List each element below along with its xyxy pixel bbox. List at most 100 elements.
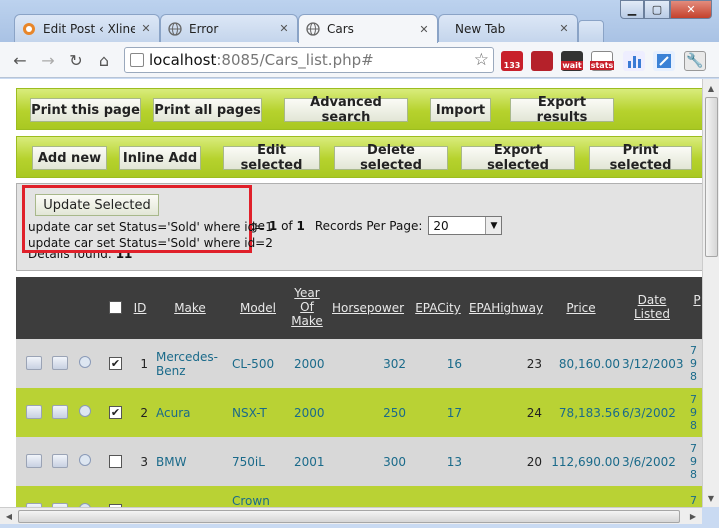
cell-year[interactable]: 2000 [294, 339, 330, 388]
column-header-year[interactable]: Year Of Make [288, 286, 326, 328]
cell-price[interactable]: 112,690.00 [546, 437, 620, 486]
cell-p[interactable]: 7 9 8 [690, 437, 702, 486]
cell-date[interactable]: 3/6/2002 [622, 437, 686, 486]
column-header-date-listed[interactable]: Date Listed [630, 293, 674, 321]
export-results-button[interactable]: Export results [510, 95, 614, 125]
delete-selected-button[interactable]: Delete selected [334, 143, 448, 173]
vertical-scroll-thumb[interactable] [705, 97, 718, 257]
pencil-extension-icon[interactable] [653, 51, 675, 71]
address-bar[interactable]: localhost:8085/Cars_list.php# ☆ [124, 47, 494, 73]
tab-error[interactable]: Error ✕ [160, 14, 298, 42]
table-row: ✔ 2 Acura NSX-T 2000 250 17 24 78,183.56 6/3/2002… [16, 388, 702, 437]
import-button[interactable]: Import [430, 98, 491, 122]
scroll-left-icon[interactable]: ◀ [2, 509, 16, 523]
print-this-page-button[interactable]: Print this page [30, 98, 141, 122]
cell-hp[interactable]: 302 [366, 339, 406, 388]
close-window-button[interactable]: ✕ [670, 0, 712, 19]
star-icon[interactable]: ☆ [474, 50, 489, 70]
cell-model[interactable]: 750iL [232, 437, 288, 486]
wait-extension-icon[interactable]: wait [561, 51, 583, 71]
horizontal-scroll-thumb[interactable] [18, 510, 680, 523]
extension-badge-icon[interactable]: 133 [501, 51, 523, 71]
cell-p[interactable]: 7 9 8 [690, 388, 702, 437]
cell-price[interactable]: 78,183.56 [546, 388, 620, 437]
edit-icon[interactable] [26, 405, 42, 419]
update-selected-button[interactable]: Update Selected [35, 194, 159, 216]
inline-edit-icon[interactable] [52, 356, 68, 370]
cell-p[interactable]: 7 9 [690, 486, 702, 507]
cell-hwy: 23 [526, 356, 542, 371]
tab-cars[interactable]: Cars ✕ [298, 14, 438, 43]
forward-arrow-icon[interactable]: → [37, 50, 59, 70]
view-icon[interactable] [79, 356, 91, 368]
cell-model[interactable]: CL-500 [232, 339, 288, 388]
column-header-price[interactable]: Price [556, 301, 606, 315]
print-all-pages-button[interactable]: Print all pages [153, 98, 262, 122]
tab-new-tab[interactable]: New Tab ✕ [438, 14, 578, 42]
cell-hp[interactable]: 250 [366, 388, 406, 437]
cell-city[interactable]: 17 [422, 388, 462, 437]
column-header-epacity[interactable]: EPACity [412, 301, 464, 315]
horizontal-scrollbar[interactable]: ◀ ▶ [0, 507, 702, 524]
cell-year[interactable]: 2001 [294, 437, 330, 486]
cell-model[interactable]: NSX-T [232, 388, 288, 437]
bar-chart-icon[interactable] [623, 51, 645, 71]
cell-p[interactable]: 7 9 8 [690, 339, 702, 388]
advanced-search-button[interactable]: Advanced search [284, 95, 408, 125]
edit-icon[interactable] [26, 356, 42, 370]
edit-selected-button[interactable]: Edit selected [223, 143, 320, 173]
tab-edit-post[interactable]: Edit Post ‹ Xlineso ✕ [14, 14, 160, 42]
cell-date[interactable]: 3/12/2003 [622, 339, 686, 388]
records-per-page-select[interactable]: 20 ▼ [428, 216, 503, 235]
bookmark-extension-icon[interactable] [531, 51, 553, 71]
cell-date[interactable]: 6/3/2002 [622, 388, 686, 437]
cell-hp[interactable]: 300 [366, 437, 406, 486]
row-select-checkbox[interactable]: ✔ [109, 357, 122, 370]
wrench-icon[interactable]: 🔧 [684, 51, 706, 71]
add-new-button[interactable]: Add new [32, 146, 107, 170]
home-icon[interactable]: ⌂ [93, 50, 115, 70]
maximize-button[interactable]: ▢ [644, 0, 670, 19]
cell-model[interactable]: Crown [232, 486, 288, 507]
cell-price[interactable]: 80,160.00 [546, 339, 620, 388]
column-header-epahighway[interactable]: EPAHighway [468, 301, 544, 315]
export-selected-button[interactable]: Export selected [461, 143, 575, 173]
edit-icon[interactable] [26, 454, 42, 468]
column-header-horsepower[interactable]: Horsepower [332, 301, 404, 315]
back-arrow-icon[interactable]: ← [9, 50, 31, 70]
close-icon[interactable]: ✕ [417, 23, 431, 36]
column-header-p[interactable]: P [690, 293, 702, 307]
new-tab-button[interactable] [578, 20, 604, 42]
close-icon[interactable]: ✕ [557, 22, 571, 35]
view-icon[interactable] [79, 405, 91, 417]
cell-city[interactable]: 13 [422, 437, 462, 486]
row-select-checkbox[interactable] [109, 455, 122, 468]
cell-make[interactable]: Mercedes-Benz [156, 339, 220, 388]
minimize-button[interactable]: ▁ [620, 0, 644, 19]
inline-edit-icon[interactable] [52, 454, 68, 468]
print-selected-button[interactable]: Print selected [589, 143, 692, 173]
column-header-id[interactable]: ID [130, 301, 150, 315]
close-icon[interactable]: ✕ [277, 22, 291, 35]
cell-year[interactable]: 2000 [294, 388, 330, 437]
row-select-checkbox[interactable]: ✔ [109, 406, 122, 419]
scroll-down-icon[interactable]: ▼ [704, 491, 718, 505]
vertical-scrollbar[interactable]: ▲ ▼ [702, 79, 719, 507]
select-all-checkbox[interactable] [109, 301, 122, 314]
cell-make[interactable]: Acura [156, 388, 220, 437]
close-icon[interactable]: ✕ [139, 22, 153, 35]
cars-grid: ID Make Model Year Of Make Horsepower EP… [16, 277, 702, 507]
scroll-right-icon[interactable]: ▶ [686, 509, 700, 523]
cell-city[interactable]: 16 [422, 339, 462, 388]
column-header-model[interactable]: Model [236, 301, 280, 315]
inline-edit-icon[interactable] [52, 405, 68, 419]
globe-icon [305, 21, 321, 37]
cell-make[interactable]: BMW [156, 437, 220, 486]
page-content: Print this page Print all pages Advanced… [0, 79, 702, 507]
column-header-make[interactable]: Make [168, 301, 212, 315]
scroll-up-icon[interactable]: ▲ [704, 81, 718, 95]
inline-add-button[interactable]: Inline Add [119, 146, 201, 170]
view-icon[interactable] [79, 454, 91, 466]
reload-icon[interactable]: ↻ [65, 50, 87, 70]
stats-extension-icon[interactable]: stats [589, 51, 615, 71]
